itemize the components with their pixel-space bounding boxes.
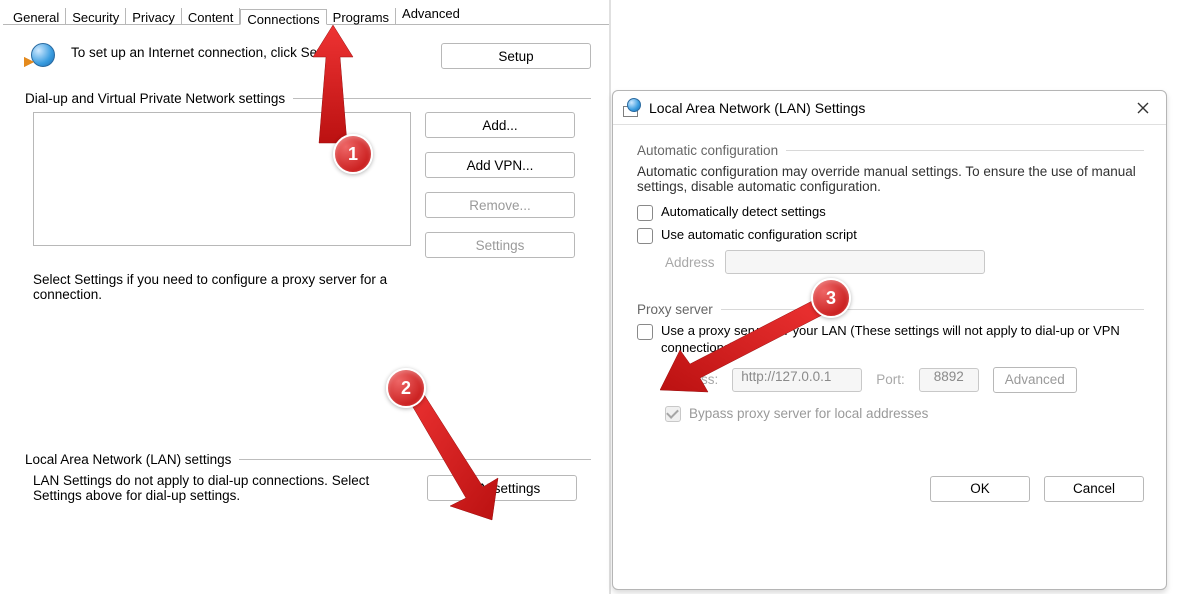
dialup-listbox[interactable] bbox=[33, 112, 411, 246]
script-address-input bbox=[725, 250, 985, 274]
remove-button[interactable]: Remove... bbox=[425, 192, 575, 218]
annotation-badge-3: 3 bbox=[811, 278, 851, 318]
proxy-hint: Select Settings if you need to configure… bbox=[33, 272, 403, 302]
use-script-label: Use automatic configuration script bbox=[661, 227, 857, 242]
proxy-port-label: Port: bbox=[876, 372, 905, 387]
add-button[interactable]: Add... bbox=[425, 112, 575, 138]
globe-icon bbox=[25, 43, 57, 75]
bypass-checkbox bbox=[665, 406, 681, 422]
lan-settings-button[interactable]: LAN settings bbox=[427, 475, 577, 501]
settings-button[interactable]: Settings bbox=[425, 232, 575, 258]
proxy-port-input: 8892 bbox=[919, 368, 979, 392]
annotation-badge-1: 1 bbox=[333, 134, 373, 174]
use-proxy-label: Use a proxy server for your LAN (These s… bbox=[661, 323, 1144, 357]
tab-privacy[interactable]: Privacy bbox=[126, 8, 182, 24]
setup-button[interactable]: Setup bbox=[441, 43, 591, 69]
tab-connections[interactable]: Connections bbox=[240, 9, 326, 25]
lan-settings-dialog: Local Area Network (LAN) Settings Automa… bbox=[612, 90, 1167, 590]
auto-config-text: Automatic configuration may override man… bbox=[637, 164, 1144, 194]
auto-detect-checkbox[interactable] bbox=[637, 205, 653, 221]
dialog-title: Local Area Network (LAN) Settings bbox=[649, 100, 1130, 116]
dialog-icon bbox=[623, 98, 643, 118]
tab-general[interactable]: General bbox=[7, 8, 66, 24]
annotation-badge-2: 2 bbox=[386, 368, 426, 408]
close-button[interactable] bbox=[1130, 95, 1156, 121]
lan-hint: LAN Settings do not apply to dial-up con… bbox=[33, 473, 413, 503]
tabs-strip: GeneralSecurityPrivacyContentConnections… bbox=[3, 0, 609, 24]
proxy-address-label: Address: bbox=[665, 372, 718, 387]
dialup-caption: Dial-up and Virtual Private Network sett… bbox=[25, 91, 591, 106]
ok-button[interactable]: OK bbox=[930, 476, 1030, 502]
bypass-label: Bypass proxy server for local addresses bbox=[689, 406, 928, 421]
use-script-checkbox[interactable] bbox=[637, 228, 653, 244]
tab-advanced[interactable]: Advanced bbox=[396, 4, 466, 24]
tab-security[interactable]: Security bbox=[66, 8, 126, 24]
connections-tab-body: To set up an Internet connection, click … bbox=[3, 24, 609, 594]
add-vpn-button[interactable]: Add VPN... bbox=[425, 152, 575, 178]
cancel-button[interactable]: Cancel bbox=[1044, 476, 1144, 502]
advanced-button[interactable]: Advanced bbox=[993, 367, 1077, 393]
lan-caption: Local Area Network (LAN) settings bbox=[25, 452, 591, 467]
auto-config-caption: Automatic configuration bbox=[637, 143, 1144, 158]
internet-options-panel: GeneralSecurityPrivacyContentConnections… bbox=[3, 0, 611, 594]
script-address-label: Address bbox=[665, 255, 715, 270]
auto-detect-label: Automatically detect settings bbox=[661, 204, 826, 219]
use-proxy-checkbox[interactable] bbox=[637, 324, 653, 340]
tab-content[interactable]: Content bbox=[182, 8, 241, 24]
tab-programs[interactable]: Programs bbox=[327, 8, 396, 24]
intro-text: To set up an Internet connection, click … bbox=[71, 45, 417, 60]
proxy-caption: Proxy server bbox=[637, 302, 1144, 317]
proxy-address-input: http://127.0.0.1 bbox=[732, 368, 862, 392]
